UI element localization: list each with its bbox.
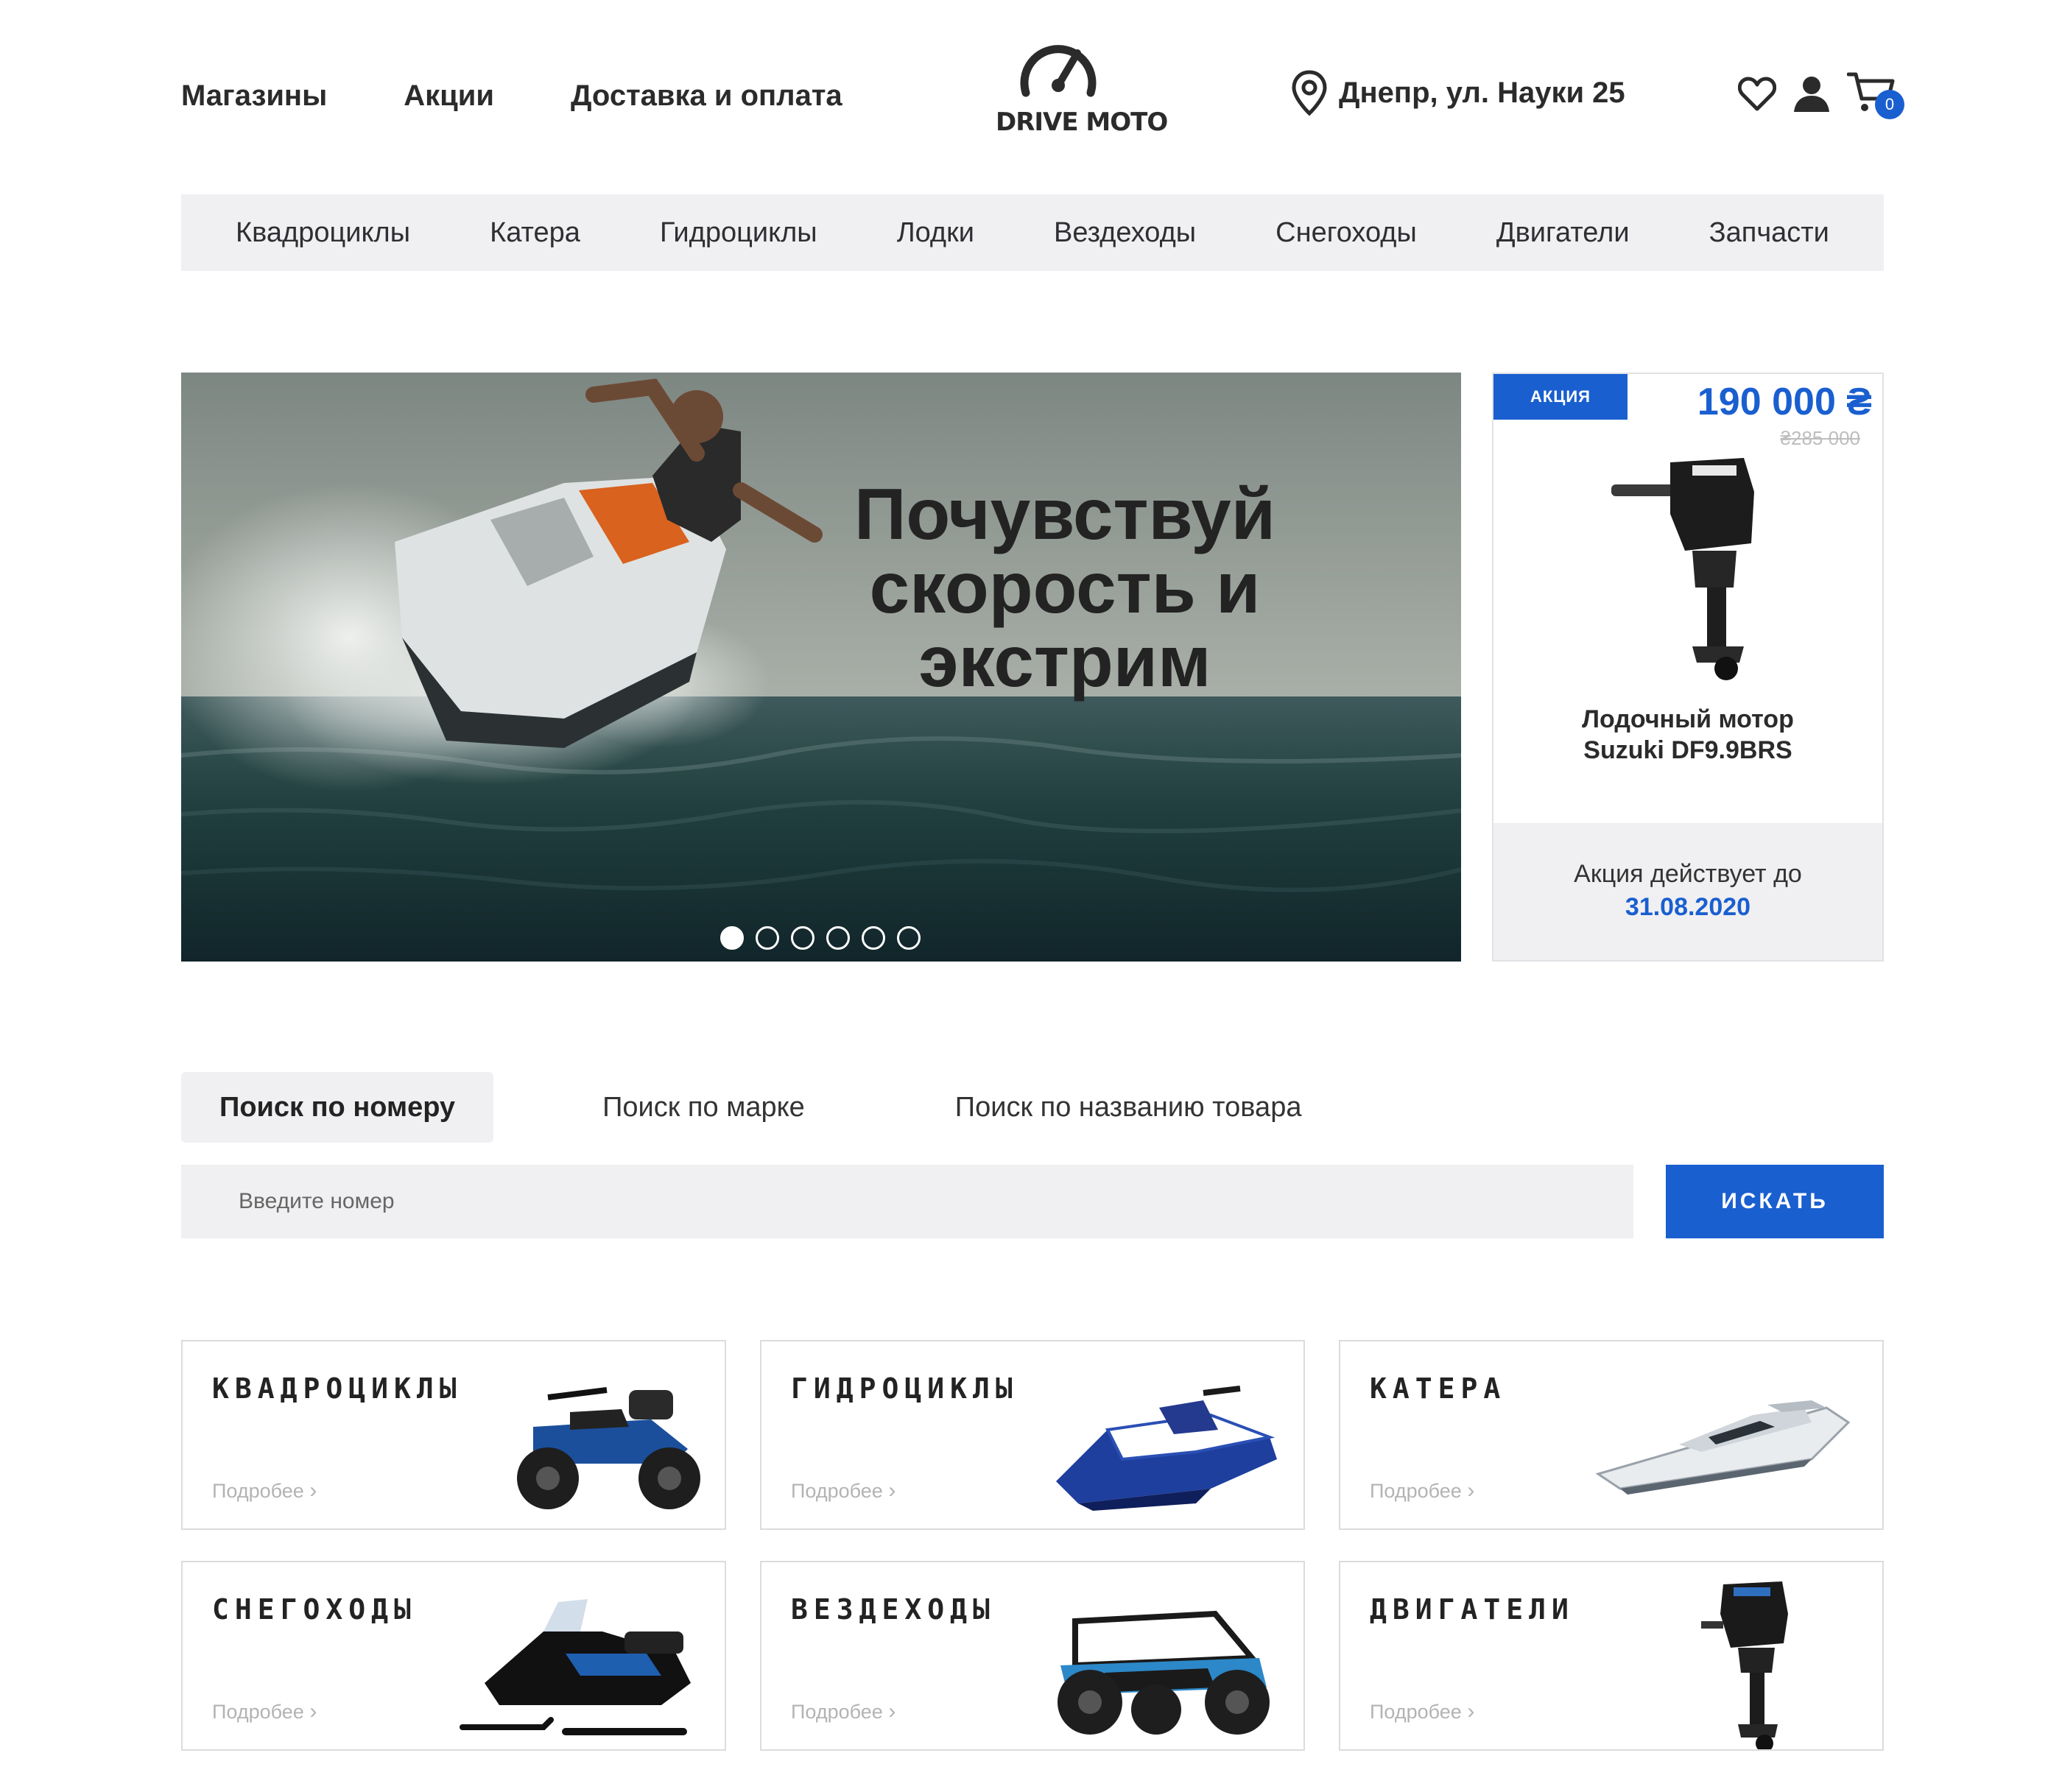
utv-image: [1058, 1610, 1270, 1735]
hero-line: экстрим: [918, 621, 1211, 702]
category-bar: Квадроциклы Катера Гидроциклы Лодки Везд…: [181, 194, 1884, 271]
user-icon[interactable]: [1792, 75, 1831, 113]
card-more-label: Подробее: [1370, 1701, 1462, 1723]
slider-dot[interactable]: [720, 926, 744, 950]
promo-old-price: ₴285 000: [1780, 427, 1860, 449]
category-card-atv[interactable]: КВАДРОЦИКЛЫ Подробее ›: [181, 1340, 726, 1530]
slider-dot[interactable]: [826, 926, 850, 950]
category-card-boats[interactable]: КАТЕРА Подробее ›: [1339, 1340, 1884, 1530]
card-title: ДВИГАТЕЛИ: [1370, 1593, 1574, 1626]
category-card-snowmobiles[interactable]: СНЕГОХОДЫ Подробее ›: [181, 1561, 726, 1751]
chevron-right-icon: ›: [888, 1699, 896, 1724]
top-nav: Магазины Акции Доставка и оплата: [181, 80, 842, 113]
nav-delivery[interactable]: Доставка и оплата: [571, 80, 842, 113]
chevron-right-icon: ›: [888, 1478, 896, 1503]
slider-dots: [720, 926, 921, 950]
promo-until-date: 31.08.2020: [1625, 893, 1751, 921]
card-more-link[interactable]: Подробее ›: [212, 1699, 317, 1724]
card-more-link[interactable]: Подробее ›: [791, 1478, 895, 1503]
category-snowmobiles[interactable]: Снегоходы: [1275, 217, 1417, 249]
speedometer-icon: [1020, 45, 1097, 97]
card-more-link[interactable]: Подробее ›: [212, 1478, 317, 1503]
card-more-link[interactable]: Подробее ›: [791, 1699, 895, 1724]
outboard-motor-image: [1611, 458, 1754, 680]
category-card-jetskis[interactable]: ГИДРОЦИКЛЫ Подробее ›: [760, 1340, 1305, 1530]
atv-image: [517, 1387, 700, 1509]
logo-text: DRIVE MOTO: [996, 107, 1168, 137]
search-input[interactable]: [181, 1165, 1633, 1238]
card-title: КАТЕРА: [1370, 1372, 1507, 1405]
address-text: Днепр, ул. Науки 25: [1339, 76, 1625, 109]
card-title: ГИДРОЦИКЛЫ: [791, 1372, 1018, 1405]
location-pin-icon: [1292, 70, 1327, 116]
slider-dot[interactable]: [756, 926, 779, 950]
snowmobile-image: [460, 1599, 691, 1735]
search-button[interactable]: ИСКАТЬ: [1666, 1165, 1884, 1238]
category-boats-motor[interactable]: Катера: [490, 217, 580, 249]
header-icons: 0: [1738, 71, 1904, 119]
tab-search-by-number[interactable]: Поиск по номеру: [181, 1072, 494, 1143]
category-engines[interactable]: Двигатели: [1496, 217, 1630, 249]
tab-search-by-brand[interactable]: Поиск по марке: [564, 1072, 843, 1143]
card-title: СНЕГОХОДЫ: [212, 1593, 417, 1626]
chevron-right-icon: ›: [309, 1478, 317, 1503]
boat-image: [1595, 1400, 1851, 1495]
nav-promotions[interactable]: Акции: [404, 80, 494, 113]
tab-search-by-name[interactable]: Поиск по названию товара: [917, 1072, 1340, 1143]
promo-product-title[interactable]: Лодочный мотор Suzuki DF9.9BRS: [1493, 704, 1882, 766]
category-atv[interactable]: Квадроциклы: [236, 217, 410, 249]
promo-footer: Акция действует до 31.08.2020: [1493, 823, 1882, 960]
card-more-label: Подробее: [212, 1701, 304, 1723]
card-more-link[interactable]: Подробее ›: [1370, 1699, 1474, 1724]
search-row: ИСКАТЬ: [181, 1165, 1884, 1238]
category-utv[interactable]: Вездеходы: [1054, 217, 1196, 249]
card-more-label: Подробее: [791, 1480, 883, 1502]
outboard-motor-image: [1701, 1581, 1788, 1749]
search-tabs: Поиск по номеру Поиск по марке Поиск по …: [181, 1072, 1340, 1143]
slider-dot[interactable]: [897, 926, 921, 950]
hero-line: скорость и: [869, 547, 1261, 628]
promo-title-line: Suzuki DF9.9BRS: [1583, 736, 1792, 764]
slider-dot[interactable]: [791, 926, 814, 950]
category-card-engines[interactable]: ДВИГАТЕЛИ Подробее ›: [1339, 1561, 1884, 1751]
card-more-label: Подробее: [791, 1701, 883, 1723]
category-parts[interactable]: Запчасти: [1709, 217, 1829, 249]
slider-dot[interactable]: [862, 926, 885, 950]
category-card-utv[interactable]: ВЕЗДЕХОДЫ Подробее ›: [760, 1561, 1305, 1751]
card-more-label: Подробее: [1370, 1480, 1462, 1502]
promo-badge: АКЦИЯ: [1493, 374, 1628, 420]
card-title: ВЕЗДЕХОДЫ: [791, 1593, 996, 1626]
category-jetskis[interactable]: Гидроциклы: [660, 217, 817, 249]
hero-banner[interactable]: Почувствуй скорость и экстрим: [181, 373, 1461, 962]
chevron-right-icon: ›: [1467, 1699, 1475, 1724]
chevron-right-icon: ›: [1467, 1478, 1475, 1503]
card-title: КВАДРОЦИКЛЫ: [212, 1372, 462, 1405]
heart-icon[interactable]: [1738, 77, 1776, 112]
cart-button[interactable]: 0: [1846, 71, 1904, 119]
card-more-label: Подробее: [212, 1480, 304, 1502]
promo-card[interactable]: АКЦИЯ 190 000 ₴ ₴285 000 Лодочный мотор …: [1492, 373, 1884, 962]
promo-price: 190 000 ₴: [1697, 381, 1872, 423]
card-more-link[interactable]: Подробее ›: [1370, 1478, 1474, 1503]
store-address[interactable]: Днепр, ул. Науки 25: [1290, 69, 1625, 116]
hero-line: Почувствуй: [854, 473, 1276, 554]
cart-count-badge: 0: [1875, 90, 1904, 119]
hero-headline: Почувствуй скорость и экстрим: [807, 477, 1323, 698]
promo-until-label: Акция действует до: [1574, 860, 1802, 888]
jetski-image: [1056, 1386, 1277, 1511]
chevron-right-icon: ›: [309, 1699, 317, 1724]
logo[interactable]: DRIVE MOTO: [996, 34, 1168, 137]
promo-title-line: Лодочный мотор: [1582, 705, 1794, 733]
nav-stores[interactable]: Магазины: [181, 80, 327, 113]
category-boats[interactable]: Лодки: [897, 217, 974, 249]
